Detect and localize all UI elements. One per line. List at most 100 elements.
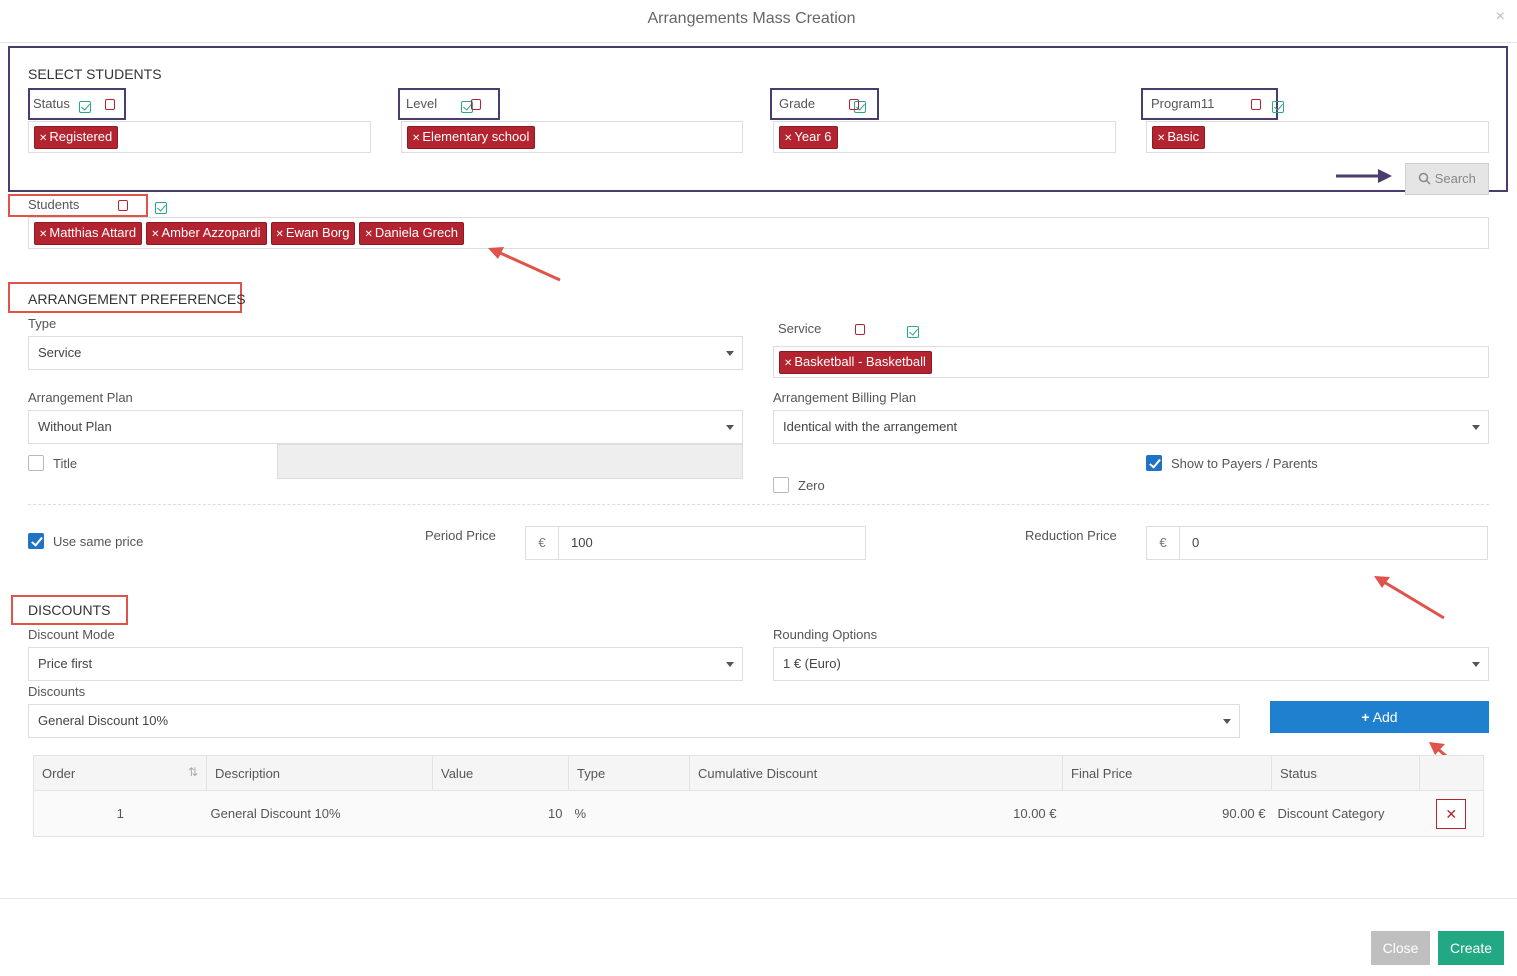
use-same-price-checkbox[interactable] <box>28 533 44 549</box>
title-checkbox[interactable] <box>28 455 44 471</box>
table-row: 1 General Discount 10% 10 % 10.00 € 90.0… <box>33 790 1484 837</box>
remove-tag-icon[interactable]: ✕ <box>412 133 420 144</box>
cell-actions: ✕ <box>1419 790 1484 837</box>
remove-tag-icon[interactable]: ✕ <box>784 133 792 144</box>
title-checkbox-label: Title <box>53 456 78 471</box>
cell-order: 1 <box>33 790 207 837</box>
chevron-down-icon <box>1472 662 1480 667</box>
plus-icon: + <box>1361 709 1370 725</box>
chevron-down-icon <box>1223 719 1231 724</box>
chevron-down-icon <box>726 351 734 356</box>
chevron-down-icon <box>1472 425 1480 430</box>
remove-tag-icon[interactable]: ✕ <box>784 358 792 369</box>
remove-tag-icon[interactable]: ✕ <box>39 133 47 144</box>
rounding-label: Rounding Options <box>773 627 878 642</box>
search-icon <box>1418 172 1431 185</box>
billing-plan-select[interactable]: Identical with the arrangement <box>773 410 1489 444</box>
remove-tag-icon[interactable]: ✕ <box>276 229 284 240</box>
sort-icon[interactable]: ⇅ <box>188 765 198 779</box>
tag-chip[interactable]: ✕ Year 6 <box>779 125 838 149</box>
close-icon[interactable]: × <box>1496 8 1505 26</box>
reduction-price-label: Reduction Price <box>1025 528 1117 543</box>
column-header-order[interactable]: Order ⇅ <box>33 755 207 791</box>
status-filter-label: Status <box>33 96 70 111</box>
clear-all-icon[interactable] <box>118 200 128 211</box>
level-filter-label: Level <box>406 96 438 111</box>
annotation-arrow <box>1374 576 1445 620</box>
show-payers-checkbox[interactable] <box>1146 455 1162 471</box>
column-header-value: Value <box>432 755 569 791</box>
tag-chip[interactable]: ✕ Elementary school <box>407 125 536 149</box>
clear-all-icon[interactable] <box>855 324 865 335</box>
select-students-title: SELECT STUDENTS <box>28 66 162 82</box>
close-button[interactable]: Close <box>1371 931 1430 965</box>
tag-chip[interactable]: ✕ Basic <box>1152 125 1206 149</box>
clear-all-icon[interactable] <box>1251 99 1261 110</box>
discounts-label: Discounts <box>28 684 86 699</box>
clear-all-icon[interactable] <box>105 99 115 110</box>
plan-select[interactable]: Without Plan <box>28 410 743 444</box>
clear-all-icon[interactable] <box>849 99 859 110</box>
period-price-input[interactable]: 100 <box>558 526 866 560</box>
discount-mode-select[interactable]: Price first <box>28 647 743 681</box>
discount-mode-label: Discount Mode <box>28 627 115 642</box>
euro-addon: € <box>1146 526 1180 560</box>
type-select[interactable]: Service <box>28 336 743 370</box>
level-tag-input[interactable]: ✕ Elementary school <box>401 121 743 153</box>
service-label: Service <box>778 321 822 336</box>
title-input[interactable] <box>277 444 743 479</box>
select-students-annotation-box <box>8 46 1508 192</box>
zero-label: Zero <box>798 478 825 493</box>
cell-type: % <box>568 790 690 837</box>
zero-checkbox[interactable] <box>773 477 789 493</box>
select-all-icon[interactable] <box>1271 100 1284 113</box>
tag-chip[interactable]: ✕ Ewan Borg <box>270 221 356 245</box>
tag-chip[interactable]: ✕ Matthias Attard <box>34 221 143 245</box>
discounts-select[interactable]: General Discount 10% <box>28 704 1240 738</box>
rounding-select[interactable]: 1 € (Euro) <box>773 647 1489 681</box>
table-header-row: Order ⇅ Description Value Type Cumulativ… <box>33 755 1484 791</box>
program-tag-input[interactable]: ✕ Basic <box>1146 121 1489 153</box>
cell-cumulative: 10.00 € <box>689 790 1063 837</box>
tag-chip[interactable]: ✕ Registered <box>34 125 119 149</box>
add-discount-button[interactable]: + Add <box>1270 701 1489 733</box>
remove-tag-icon[interactable]: ✕ <box>1157 133 1165 144</box>
status-tag-input[interactable]: ✕ Registered <box>28 121 371 153</box>
discounts-title: DISCOUNTS <box>28 602 111 618</box>
grade-tag-input[interactable]: ✕ Year 6 <box>773 121 1116 153</box>
service-tag-input[interactable]: ✕ Basketball - Basketball <box>773 346 1489 378</box>
cell-final-price: 90.00 € <box>1062 790 1272 837</box>
title-divider <box>0 42 1517 43</box>
delete-row-button[interactable]: ✕ <box>1436 798 1467 829</box>
reduction-price-input[interactable]: 0 <box>1179 526 1488 560</box>
column-header-actions <box>1419 755 1484 791</box>
chevron-down-icon <box>726 662 734 667</box>
clear-all-icon[interactable] <box>471 99 481 110</box>
column-header-final-price: Final Price <box>1062 755 1272 791</box>
column-header-cumulative: Cumulative Discount <box>689 755 1063 791</box>
remove-tag-icon[interactable]: ✕ <box>364 229 372 240</box>
remove-tag-icon[interactable]: ✕ <box>39 229 47 240</box>
modal-title: Arrangements Mass Creation <box>647 10 856 27</box>
preferences-title: ARRANGEMENT PREFERENCES <box>28 291 246 307</box>
program-filter-label: Program11 <box>1151 96 1215 111</box>
select-all-icon[interactable] <box>907 325 920 338</box>
students-label: Students <box>28 197 80 212</box>
cell-value: 10 <box>432 790 569 837</box>
select-all-icon[interactable] <box>79 100 91 113</box>
remove-tag-icon[interactable]: ✕ <box>151 229 159 240</box>
annotation-arrow <box>488 247 561 282</box>
tag-chip[interactable]: ✕ Daniela Grech <box>359 221 464 245</box>
tag-chip[interactable]: ✕ Amber Azzopardi <box>146 221 267 245</box>
select-all-icon[interactable] <box>154 201 167 214</box>
type-label: Type <box>28 316 57 331</box>
column-header-status: Status <box>1271 755 1420 791</box>
billing-plan-label: Arrangement Billing Plan <box>773 390 917 405</box>
tag-chip[interactable]: ✕ Basketball - Basketball <box>779 350 932 374</box>
cell-status: Discount Category <box>1271 790 1420 837</box>
footer-divider <box>0 898 1517 899</box>
euro-addon: € <box>525 526 559 560</box>
search-button[interactable]: Search <box>1405 163 1489 195</box>
students-tag-input[interactable]: ✕ Matthias Attard ✕ Amber Azzopardi ✕ Ewan … <box>28 217 1489 249</box>
create-button[interactable]: Create <box>1438 931 1504 965</box>
